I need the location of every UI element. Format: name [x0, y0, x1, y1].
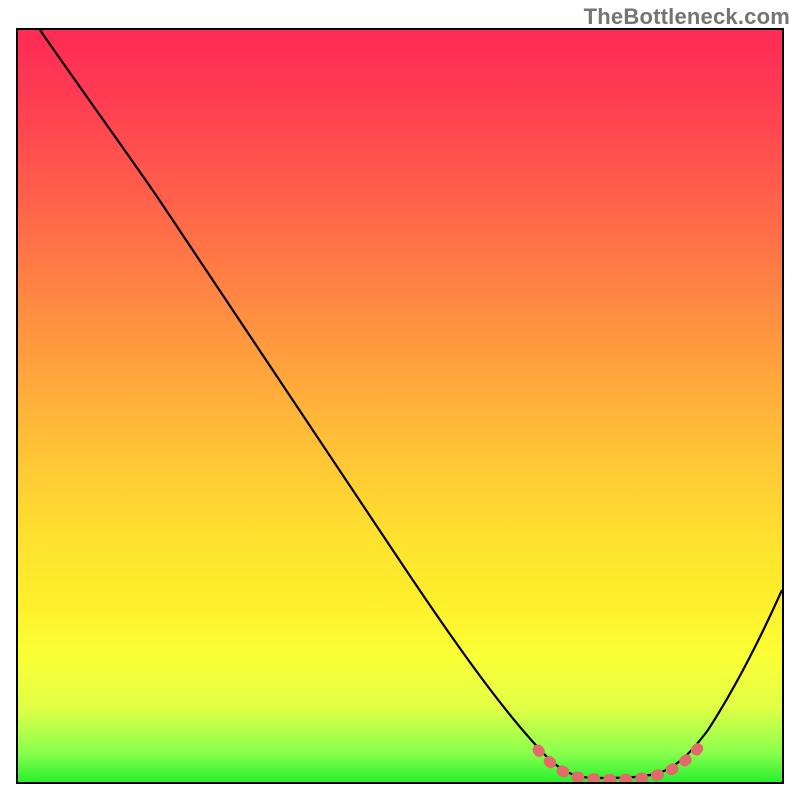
chart-container: TheBottleneck.com	[0, 0, 800, 800]
bottleneck-curve	[40, 30, 782, 778]
optimal-zone-highlight	[538, 746, 700, 780]
watermark-text: TheBottleneck.com	[584, 4, 790, 30]
curve-overlay	[18, 30, 782, 782]
plot-area	[16, 28, 784, 784]
